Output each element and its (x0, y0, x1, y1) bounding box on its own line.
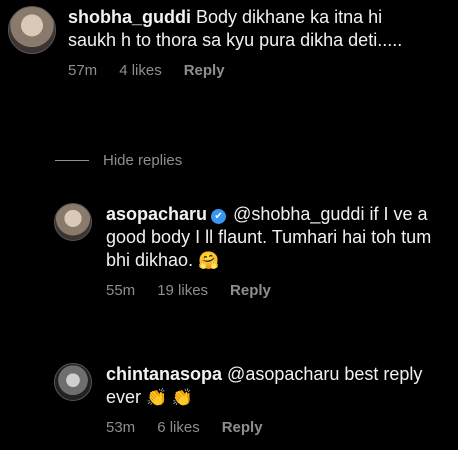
comment-username[interactable]: shobha_guddi (68, 7, 191, 27)
reply-button[interactable]: Reply (222, 419, 263, 436)
comment-body: chintanasopa @asopacharu best reply ever… (106, 363, 449, 436)
comment-username[interactable]: chintanasopa (106, 364, 222, 384)
comment-text: asopacharu ✔ @shobha_guddi if I ve a good… (106, 203, 449, 272)
reply-button[interactable]: Reply (184, 62, 225, 79)
comment-likes[interactable]: 19 likes (157, 282, 208, 299)
divider-line (55, 160, 89, 161)
comment-time: 57m (68, 62, 98, 79)
avatar[interactable] (54, 363, 92, 401)
comment-username[interactable]: asopacharu (106, 204, 207, 224)
comment-meta: 55m 19 likes Reply (106, 282, 449, 299)
avatar[interactable] (8, 6, 56, 54)
comment-asopacharu: asopacharu ✔ @shobha_guddi if I ve a good… (54, 203, 449, 299)
hide-replies-label: Hide replies (103, 152, 183, 169)
verified-badge-icon: ✔ (211, 209, 227, 224)
hide-replies-button[interactable]: Hide replies (55, 152, 182, 169)
reply-button[interactable]: Reply (230, 282, 271, 299)
comment-text: chintanasopa @asopacharu best reply ever… (106, 363, 449, 409)
comment-body: asopacharu ✔ @shobha_guddi if I ve a good… (106, 203, 449, 299)
comment-shobha-guddi: shobha_guddi Body dikhane ka itna hi sau… (8, 6, 448, 79)
comment-time: 55m (106, 282, 136, 299)
hugging-face-icon: 🤗 (198, 251, 220, 270)
comment-likes[interactable]: 6 likes (157, 419, 200, 436)
comment-text: shobha_guddi Body dikhane ka itna hi sau… (68, 6, 418, 52)
comment-meta: 57m 4 likes Reply (68, 62, 418, 79)
comment-body: shobha_guddi Body dikhane ka itna hi sau… (68, 6, 418, 79)
comment-chintanasopa: chintanasopa @asopacharu best reply ever… (54, 363, 449, 436)
clapping-hands-icon: 👏 👏 (146, 388, 194, 407)
comment-likes[interactable]: 4 likes (119, 62, 162, 79)
avatar[interactable] (54, 203, 92, 241)
comment-meta: 53m 6 likes Reply (106, 419, 449, 436)
comment-time: 53m (106, 419, 136, 436)
